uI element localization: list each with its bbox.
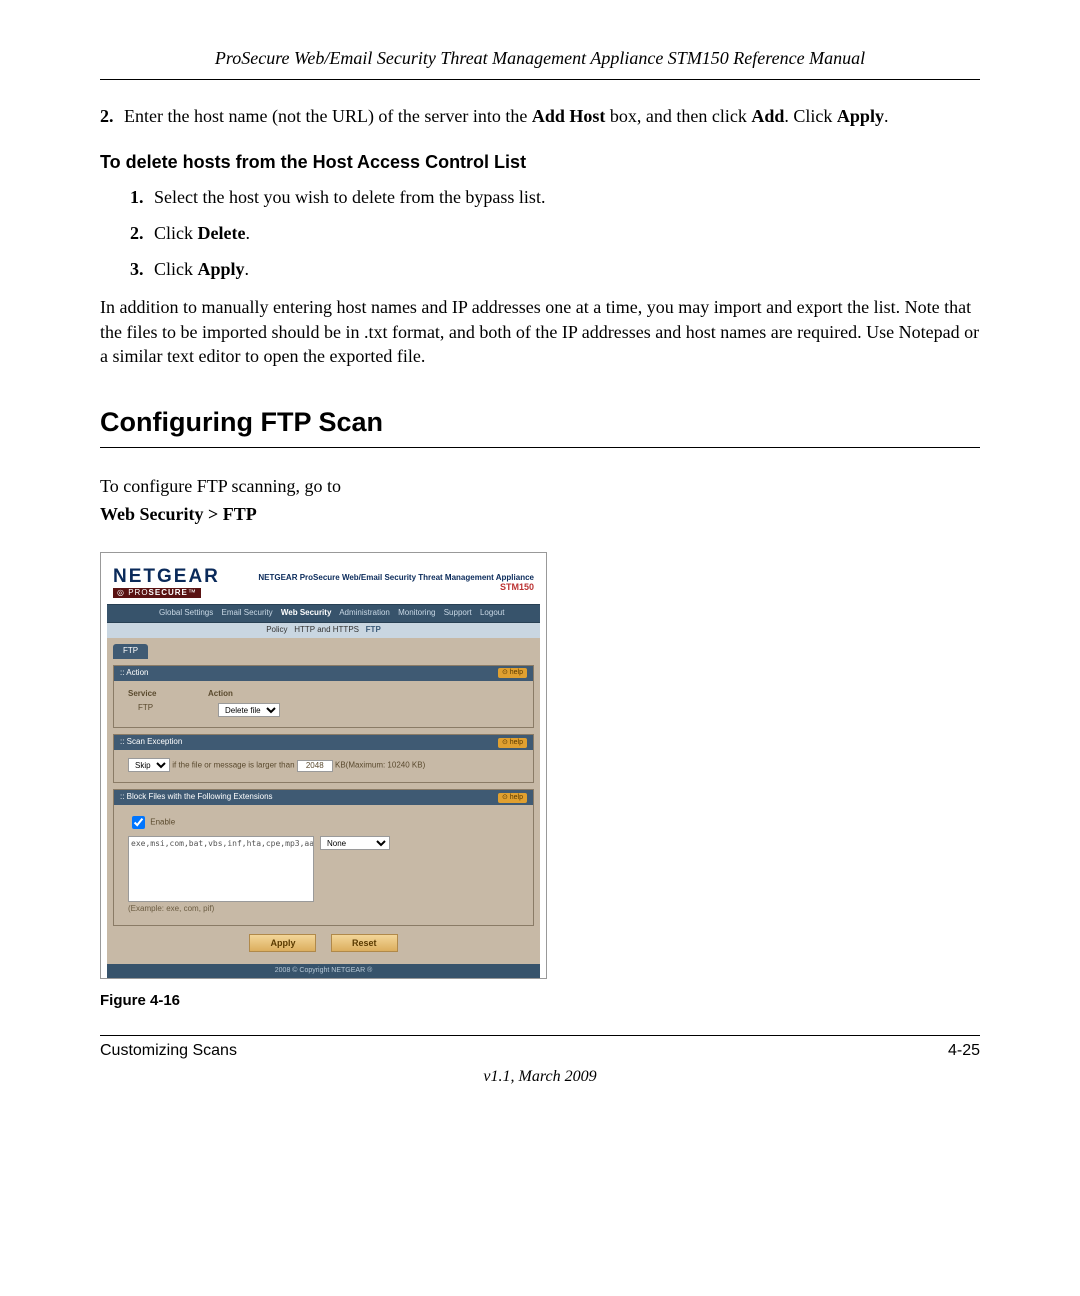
apply-button[interactable]: Apply — [249, 934, 316, 952]
col-service: Service — [128, 689, 208, 700]
model-label: STM150 — [258, 582, 534, 593]
panel-scan-exception-title: :: Scan Exception — [120, 737, 182, 748]
panel-block-ext-title: :: Block Files with the Following Extens… — [120, 792, 273, 803]
help-badge[interactable]: ⊙ help — [498, 668, 527, 677]
sub-menu: Policy HTTP and HTTPS FTP — [107, 623, 540, 638]
col-action: Action — [208, 689, 233, 700]
menu-monitoring[interactable]: Monitoring — [398, 608, 435, 617]
version-line: v1.1, March 2009 — [100, 1068, 980, 1086]
menu-support[interactable]: Support — [444, 608, 472, 617]
tab-ftp[interactable]: FTP — [113, 644, 148, 659]
scan-exception-text-b: KB(Maximum: 10240 KB) — [335, 761, 425, 770]
menu-email-security[interactable]: Email Security — [222, 608, 273, 617]
panel-block-extensions: :: Block Files with the Following Extens… — [113, 789, 534, 926]
row-ftp-label: FTP — [128, 703, 218, 717]
action-select[interactable]: Delete file — [218, 703, 280, 717]
step-2: 2. Enter the host name (not the URL) of … — [100, 104, 980, 128]
enable-checkbox[interactable] — [132, 816, 145, 829]
shot-header: NETGEAR ◎ PROSECURE™ NETGEAR ProSecure W… — [107, 559, 540, 604]
nav-path: Web Security > FTP — [100, 502, 980, 526]
extensions-example: (Example: exe, com, pif) — [128, 904, 519, 915]
enable-label: Enable — [150, 818, 175, 827]
panel-action: :: Action ⊙ help Service Action FTP — [113, 665, 534, 729]
del-step-3: 3. Click Apply. — [130, 257, 980, 281]
help-badge-2[interactable]: ⊙ help — [498, 738, 527, 747]
menu-web-security[interactable]: Web Security — [281, 608, 332, 617]
footer-right: 4-25 — [948, 1042, 980, 1060]
menu-logout[interactable]: Logout — [480, 608, 504, 617]
scan-exception-select[interactable]: Skip — [128, 758, 170, 772]
configure-line: To configure FTP scanning, go to — [100, 474, 980, 498]
scan-exception-size[interactable]: 2048 — [297, 760, 333, 773]
footer-left: Customizing Scans — [100, 1042, 237, 1060]
submenu-ftp[interactable]: FTP — [366, 625, 381, 634]
prosecure-badge: ◎ PROSECURE™ — [113, 588, 201, 598]
delete-heading: To delete hosts from the Host Access Con… — [100, 150, 980, 174]
footer-rule — [100, 1035, 980, 1036]
del-step-1: 1. Select the host you wish to delete fr… — [130, 185, 980, 209]
section-rule — [100, 447, 980, 448]
panel-scan-exception: :: Scan Exception ⊙ help Skip if the fil… — [113, 734, 534, 783]
main-menu: Global Settings Email Security Web Secur… — [107, 604, 540, 623]
netgear-logo: NETGEAR ◎ PROSECURE™ — [113, 567, 220, 598]
screenshot-box: NETGEAR ◎ PROSECURE™ NETGEAR ProSecure W… — [100, 552, 547, 978]
reset-button[interactable]: Reset — [331, 934, 398, 952]
figure-4-16: NETGEAR ◎ PROSECURE™ NETGEAR ProSecure W… — [100, 552, 980, 1011]
panel-action-title: :: Action — [120, 668, 148, 679]
shot-title: NETGEAR ProSecure Web/Email Security Thr… — [258, 573, 534, 593]
extensions-side-select[interactable]: None — [320, 836, 390, 850]
header-rule — [100, 79, 980, 80]
copyright-bar: 2008 © Copyright NETGEAR ® — [107, 964, 540, 977]
menu-administration[interactable]: Administration — [339, 608, 390, 617]
step-2-num: 2. — [100, 106, 114, 126]
doc-header-title: ProSecure Web/Email Security Threat Mana… — [100, 48, 980, 75]
import-export-paragraph: In addition to manually entering host na… — [100, 295, 980, 368]
section-heading-ftp-scan: Configuring FTP Scan — [100, 404, 980, 440]
submenu-policy[interactable]: Policy — [266, 625, 287, 634]
del-step-2: 2. Click Delete. — [130, 221, 980, 245]
figure-caption: Figure 4-16 — [100, 991, 980, 1011]
menu-global-settings[interactable]: Global Settings — [159, 608, 213, 617]
help-badge-3[interactable]: ⊙ help — [498, 793, 527, 802]
submenu-http-https[interactable]: HTTP and HTTPS — [294, 625, 359, 634]
logo-text: NETGEAR — [113, 567, 220, 586]
scan-exception-text-a: if the file or message is larger than — [172, 761, 294, 770]
content-area: FTP :: Action ⊙ help Service A — [107, 638, 540, 964]
extensions-textarea[interactable] — [128, 836, 314, 902]
